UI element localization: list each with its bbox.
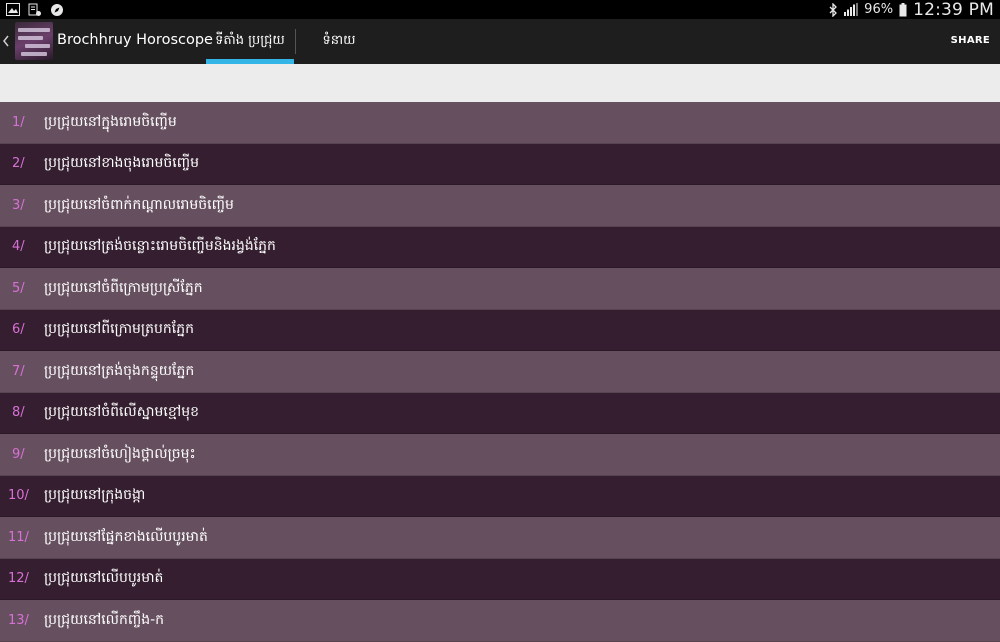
item-label: ប្រជ្រុយនៅផ្នែកខាងលើបបូរមាត់ (44, 528, 208, 545)
app-logo[interactable] (15, 22, 53, 60)
settings-doc-icon (28, 3, 42, 17)
tab-label: ទីតាំង ប្រជ្រុយ (215, 33, 285, 48)
tab-mole-location[interactable]: ទីតាំង ប្រជ្រុយ (206, 19, 294, 64)
item-label: ប្រជ្រុយនៅពីក្រោមត្របកភ្នែក (44, 321, 194, 338)
action-bar: Brochhruy Horoscope ទីតាំង ប្រជ្រុយ ទំនា… (0, 19, 1000, 64)
item-number: 8/ (12, 405, 25, 421)
list-item[interactable]: 1/ ប្រជ្រុយនៅក្នុងរោមចិញ្ចើម (0, 102, 1000, 144)
image-icon (6, 3, 20, 16)
item-number: 7/ (12, 363, 25, 379)
list-item[interactable]: 8/ ប្រជ្រុយនៅចំពីលើស្នាមខ្មៅមុខ (0, 392, 1000, 434)
battery-icon (899, 2, 907, 17)
list-item[interactable]: 9/ ប្រជ្រុយនៅចំហៀងថ្ពាល់ច្រមុះ (0, 434, 1000, 476)
item-number: 13/ (8, 612, 29, 628)
item-number: 1/ (12, 114, 25, 130)
content-header-space (0, 64, 1000, 102)
item-number: 12/ (8, 571, 29, 587)
item-label: ប្រជ្រុយនៅក្នុងរោមចិញ្ចើម (44, 113, 177, 130)
list-item[interactable]: 11/ ប្រជ្រុយនៅផ្នែកខាងលើបបូរមាត់ (0, 517, 1000, 559)
item-label: ប្រជ្រុយនៅត្រង់ចុងកន្ទុយភ្នែក (44, 362, 195, 379)
list-item[interactable]: 3/ ប្រជ្រុយនៅចំពាក់កណ្ដាលរោមចិញ្ចើម (0, 185, 1000, 227)
item-number: 10/ (8, 488, 29, 504)
clock: 12:39 PM (913, 0, 994, 20)
list-item[interactable]: 12/ ប្រជ្រុយនៅលើបបូរមាត់ (0, 558, 1000, 600)
item-number: 5/ (12, 280, 25, 296)
item-number: 9/ (12, 446, 25, 462)
battery-percentage: 96% (864, 2, 894, 17)
item-number: 4/ (12, 239, 25, 255)
item-label: ប្រជ្រុយនៅក្រុងចង្កា (44, 487, 146, 504)
item-label: ប្រជ្រុយនៅត្រង់ចន្លោះរោមចិញ្ចើមនិងរង្វង់… (44, 238, 276, 255)
item-label: ប្រជ្រុយនៅចំពីក្រោមប្រស្រីភ្នែក (44, 279, 203, 296)
item-label: ប្រជ្រុយនៅចំហៀងថ្ពាល់ច្រមុះ (44, 445, 196, 462)
tab-divider (295, 29, 296, 54)
bluetooth-icon (829, 2, 838, 17)
list-item[interactable]: 2/ ប្រជ្រុយនៅខាងចុងរោមចិញ្ចើម (0, 143, 1000, 185)
signal-icon (844, 3, 859, 16)
tab-prediction[interactable]: ទំនាយ (300, 19, 378, 64)
list-item[interactable]: 7/ ប្រជ្រុយនៅត្រង់ចុងកន្ទុយភ្នែក (0, 351, 1000, 393)
list-item[interactable]: 4/ ប្រជ្រុយនៅត្រង់ចន្លោះរោមចិញ្ចើមនិងរង្… (0, 226, 1000, 268)
mole-location-list: 1/ ប្រជ្រុយនៅក្នុងរោមចិញ្ចើម 2/ ប្រជ្រុយ… (0, 102, 1000, 642)
list-item[interactable]: 5/ ប្រជ្រុយនៅចំពីក្រោមប្រស្រីភ្នែក (0, 268, 1000, 310)
list-item[interactable]: 6/ ប្រជ្រុយនៅពីក្រោមត្របកភ្នែក (0, 309, 1000, 351)
list-item[interactable]: 10/ ប្រជ្រុយនៅក្រុងចង្កា (0, 475, 1000, 517)
item-label: ប្រជ្រុយនៅខាងចុងរោមចិញ្ចើម (44, 155, 199, 172)
compass-icon (50, 3, 64, 17)
back-chevron-icon[interactable] (2, 33, 10, 49)
item-number: 11/ (8, 529, 29, 545)
item-number: 3/ (12, 197, 25, 213)
list-item[interactable]: 13/ ប្រជ្រុយនៅលើកញ្ចឹង-ក (0, 600, 1000, 642)
item-label: ប្រជ្រុយនៅលើកញ្ចឹង-ក (44, 611, 165, 628)
app-title: Brochhruy Horoscope (57, 32, 213, 48)
item-label: ប្រជ្រុយនៅលើបបូរមាត់ (44, 570, 164, 587)
item-label: ប្រជ្រុយនៅចំពាក់កណ្ដាលរោមចិញ្ចើម (44, 196, 234, 213)
status-bar: 96% 12:39 PM (0, 0, 1000, 20)
tab-label: ទំនាយ (322, 33, 356, 48)
share-button[interactable]: SHARE (951, 35, 990, 46)
item-number: 6/ (12, 322, 25, 338)
item-label: ប្រជ្រុយនៅចំពីលើស្នាមខ្មៅមុខ (44, 404, 199, 421)
item-number: 2/ (12, 156, 25, 172)
